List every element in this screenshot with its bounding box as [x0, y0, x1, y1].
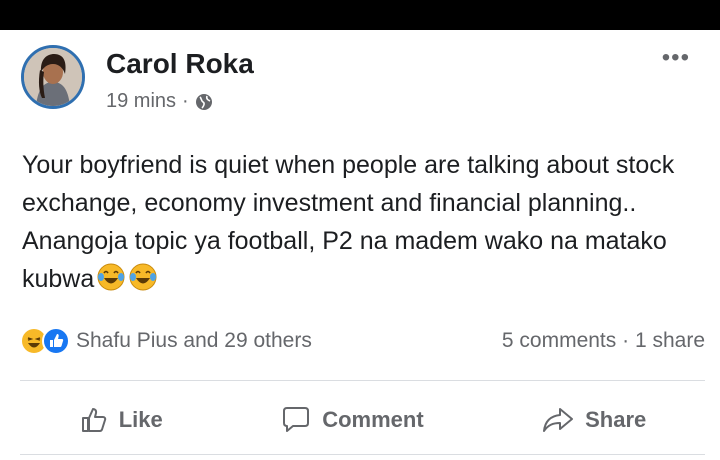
divider [20, 380, 705, 381]
thumbs-up-icon [79, 405, 109, 435]
like-button[interactable]: Like [79, 405, 163, 435]
divider [20, 454, 705, 455]
post-card: Carol Roka 19 mins · ••• Your boyfriend … [0, 30, 720, 460]
share-arrow-icon [541, 405, 575, 435]
globe-icon [195, 93, 213, 111]
like-label: Like [118, 407, 163, 432]
post-author-name[interactable]: Carol Roka [106, 48, 254, 80]
share-label: Share [585, 407, 647, 432]
like-icon [42, 327, 70, 355]
engagement-counts: 5 comments · 1 share [502, 329, 705, 353]
post-actions: Like Comment Share [20, 400, 705, 440]
post-body: Your boyfriend is quiet when people are … [22, 146, 702, 298]
comment-label: Comment [322, 407, 424, 432]
stats-separator: · [622, 329, 630, 352]
meta-separator: · [182, 90, 189, 112]
reactions-label: Shafu Pius and 29 others [76, 329, 312, 352]
comment-button[interactable]: Comment [280, 405, 424, 435]
reaction-icons [20, 327, 70, 355]
share-button[interactable]: Share [541, 405, 646, 435]
reaction-summary[interactable]: Shafu Pius and 29 others [20, 327, 312, 355]
post-timestamp[interactable]: 19 mins [106, 90, 176, 113]
post-meta: 19 mins · [106, 90, 213, 113]
more-options-icon[interactable]: ••• [662, 46, 690, 70]
post-stats-bar: Shafu Pius and 29 others 5 comments · 1 … [20, 326, 705, 356]
laughing-tears-emoji [128, 262, 158, 292]
shares-count-link[interactable]: 1 share [635, 329, 705, 352]
comment-bubble-icon [280, 405, 312, 435]
avatar[interactable] [21, 45, 85, 109]
comments-count-link[interactable]: 5 comments [502, 329, 616, 352]
laughing-tears-emoji [96, 262, 126, 292]
